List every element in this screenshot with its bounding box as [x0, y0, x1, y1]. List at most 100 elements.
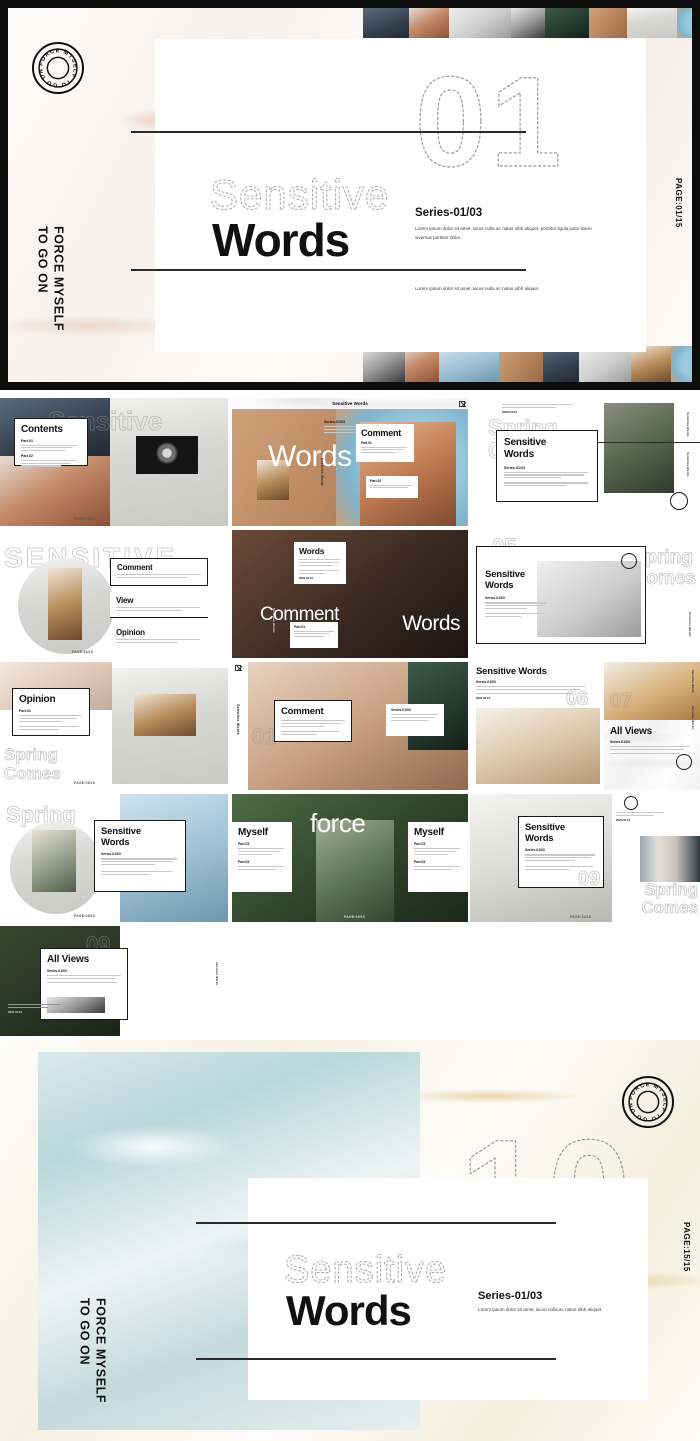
- left-word: Myself: [238, 827, 268, 838]
- menu-item-opinion[interactable]: Opinion: [110, 624, 208, 650]
- part-label: Part.01: [294, 625, 306, 629]
- slide-thumb-dark-comment[interactable]: Words 2020.04.01 Comment Words Part.01 S…: [232, 530, 468, 658]
- hero-series-label: Series-01/03: [415, 207, 483, 219]
- hero-title: Words: [286, 1287, 412, 1334]
- close-icon[interactable]: [235, 665, 241, 671]
- vertical-label: Sensitive Words: [236, 704, 240, 735]
- quote-block: 2020.04.01: [616, 812, 670, 822]
- vertical-label: Sensitive Words: [691, 670, 694, 694]
- ghost-word: SpringComes: [4, 745, 61, 783]
- brand-line-2: TO GO ON: [35, 226, 50, 294]
- slide-thumb-words-comment[interactable]: Sensitive Words Words Series-01/03 Comme…: [232, 398, 468, 526]
- brand-line-1: FORCE MYSELF: [51, 226, 66, 332]
- contents-panel: Contents Part.01 Part.02: [14, 418, 88, 467]
- menu-item-comment[interactable]: Comment: [110, 558, 208, 586]
- date-label: 2020.04.01: [8, 1009, 22, 1014]
- menu-label: Opinion: [116, 628, 145, 637]
- right-part-panel: Myself Part.03 Part.04: [408, 822, 468, 892]
- slide-thumb-sensitive-skate[interactable]: SpringComes 03 SensitiveWords Series-01/…: [470, 398, 700, 526]
- book-panel: Sensitive Words Series-01/03: [476, 546, 646, 644]
- page-tag: PAGE:02/15: [74, 517, 95, 521]
- slide-number-outline: 01: [414, 50, 565, 194]
- vertical-label: Sensitive Words: [686, 452, 690, 477]
- ring-icon: [670, 492, 688, 510]
- slide-thumbnail-grid: Sensitive Contents Part.01 Part.02 PAGE:…: [0, 390, 700, 1040]
- page-tag: PAGE:04/15: [72, 650, 93, 654]
- comment-panel: Comment Part.01: [356, 424, 414, 462]
- part-label-1: Part.01: [21, 439, 33, 443]
- hero-outline-word-text: Sensitive: [210, 171, 389, 218]
- menu-item-view[interactable]: View: [110, 592, 208, 618]
- part-label-2: Part.02: [21, 454, 33, 459]
- hero-top-background: FORCE MYSELF TO GO ON FORCE MYSELF TO GO…: [8, 8, 692, 382]
- slide-thumb-opinion[interactable]: Opinion Part.01 Spring Comes PAGE:05/15: [0, 662, 228, 790]
- page-tag: PAGE:09/15: [344, 915, 365, 919]
- part-panel: Part.01: [290, 622, 338, 648]
- opinion-panel: Opinion Part.01: [12, 688, 90, 736]
- ghost-number-2: 07: [610, 690, 633, 713]
- series-label: Series-01/03: [610, 740, 630, 744]
- ghost-word: SpringComes: [641, 879, 698, 918]
- ring-icon: [624, 796, 638, 810]
- panel-title: All Views: [47, 954, 89, 965]
- slide-thumb-all-views-green[interactable]: 09 All Views Series-01/03 2020.04.01 Sen…: [0, 926, 228, 1036]
- left-part-panel: Myself Part.03 Part.04: [232, 822, 292, 892]
- quote-block: 2020.04.01: [8, 1004, 66, 1014]
- part-label-2: Part.04: [238, 859, 250, 864]
- panel-title: Sensitive Words: [101, 826, 141, 849]
- window-titlebar: Sensitive Words: [232, 398, 468, 409]
- big-word: force: [310, 808, 366, 838]
- hero-slide-top: FORCE MYSELF TO GO ON FORCE MYSELF TO GO…: [0, 0, 700, 390]
- top-photo-strip: [363, 8, 692, 38]
- vertical-label: Sensitive Words: [215, 962, 218, 986]
- vertical-label: Sensitive Words: [320, 458, 324, 486]
- slide-thumb-arch-views[interactable]: Sensitive Words Series-01/03 2020.04.01 …: [470, 662, 700, 790]
- ghost-number: 06: [566, 688, 589, 711]
- vertical-label: Sensitive Words: [272, 608, 276, 633]
- brand-line-1: FORCE MYSELF: [93, 1298, 108, 1404]
- hero-bottom-card: Sensitive Words Series-01/03 Lorem ipsum…: [196, 1178, 648, 1400]
- date-label: 2020.04.01: [616, 817, 630, 822]
- hero-top-card: 01 Sensitive Words Series-01/03 Lorem ip…: [131, 39, 646, 352]
- slide-thumb-book[interactable]: 05 SpringComes SensitiveWords Series-01/…: [470, 530, 700, 658]
- words-panel: Words 2020.04.01: [294, 542, 346, 584]
- date-label: 2020.04.01: [299, 575, 313, 580]
- part-label-1: Part.01: [361, 441, 372, 445]
- date-label: 2020.04.01: [502, 409, 518, 414]
- slide-thumb-force[interactable]: force Myself Part.03 Part.04 Myself Part…: [232, 794, 468, 922]
- series-label: Series-01/03: [47, 969, 67, 973]
- window-title: Sensitive Words: [332, 401, 368, 406]
- ring-icon: [621, 553, 637, 569]
- panel-title: Contents: [21, 424, 63, 435]
- hero-body-1: Lorem ipsum dolor sit amet, lacus nulla …: [415, 226, 592, 240]
- series-label: Series-01/03: [476, 680, 496, 684]
- slide-thumb-build-spring[interactable]: Sensitive Words Series-01/03 09 2020.04.0…: [470, 794, 700, 922]
- part-label-1: Part.03: [238, 842, 250, 846]
- ghost-number: 01: [252, 724, 277, 750]
- slide-thumb-contents[interactable]: Sensitive Contents Part.01 Part.02 PAGE:…: [0, 398, 228, 526]
- big-word-right: Words: [402, 612, 460, 635]
- part2-panel: Part.02: [366, 476, 418, 498]
- slide-thumb-spring-tablet[interactable]: Spring Sensitive Words Series-01/03 PAGE:…: [0, 794, 228, 922]
- hero-body-2: Lorem ipsum dolor sit amet, lacus nulla …: [415, 286, 540, 291]
- vertical-brand: FORCE MYSELF TO GO ON: [34, 226, 66, 332]
- sensitive-panel: Sensitive Words Series-01/03: [94, 820, 186, 892]
- hero-outline-word-text: Sensitive: [284, 1249, 447, 1291]
- series-label: Series-01/03: [101, 852, 121, 857]
- slide-thumb-flower-comment[interactable]: Sensitive Words 01 Comment Series-01/03: [232, 662, 468, 790]
- brand-line-2: TO GO ON: [77, 1298, 92, 1366]
- page-indicator: PAGE:01/15: [674, 178, 683, 228]
- part-label-2: Part.04: [414, 859, 426, 864]
- series-label: Series-01/03: [525, 848, 545, 853]
- page-tag: PAGE:05/15: [74, 781, 95, 785]
- page-indicator: PAGE:15/15: [682, 1222, 691, 1272]
- sensitive-panel: Sensitive Words Series-01/03: [496, 430, 598, 502]
- hero-bottom-background: FORCE MYSELF TO GO ON 10 FORCE MYSELF TO…: [0, 1040, 700, 1441]
- bottom-rule: [131, 269, 526, 271]
- close-icon[interactable]: [459, 400, 465, 407]
- slide-thumb-menu[interactable]: SENSITIVE Comment View Opinion PAGE:04/1…: [0, 530, 228, 658]
- top-rule: [196, 1222, 556, 1224]
- panel-title: Comment: [361, 428, 402, 438]
- top-rule: [131, 131, 526, 133]
- panel-title: All Views: [610, 726, 652, 737]
